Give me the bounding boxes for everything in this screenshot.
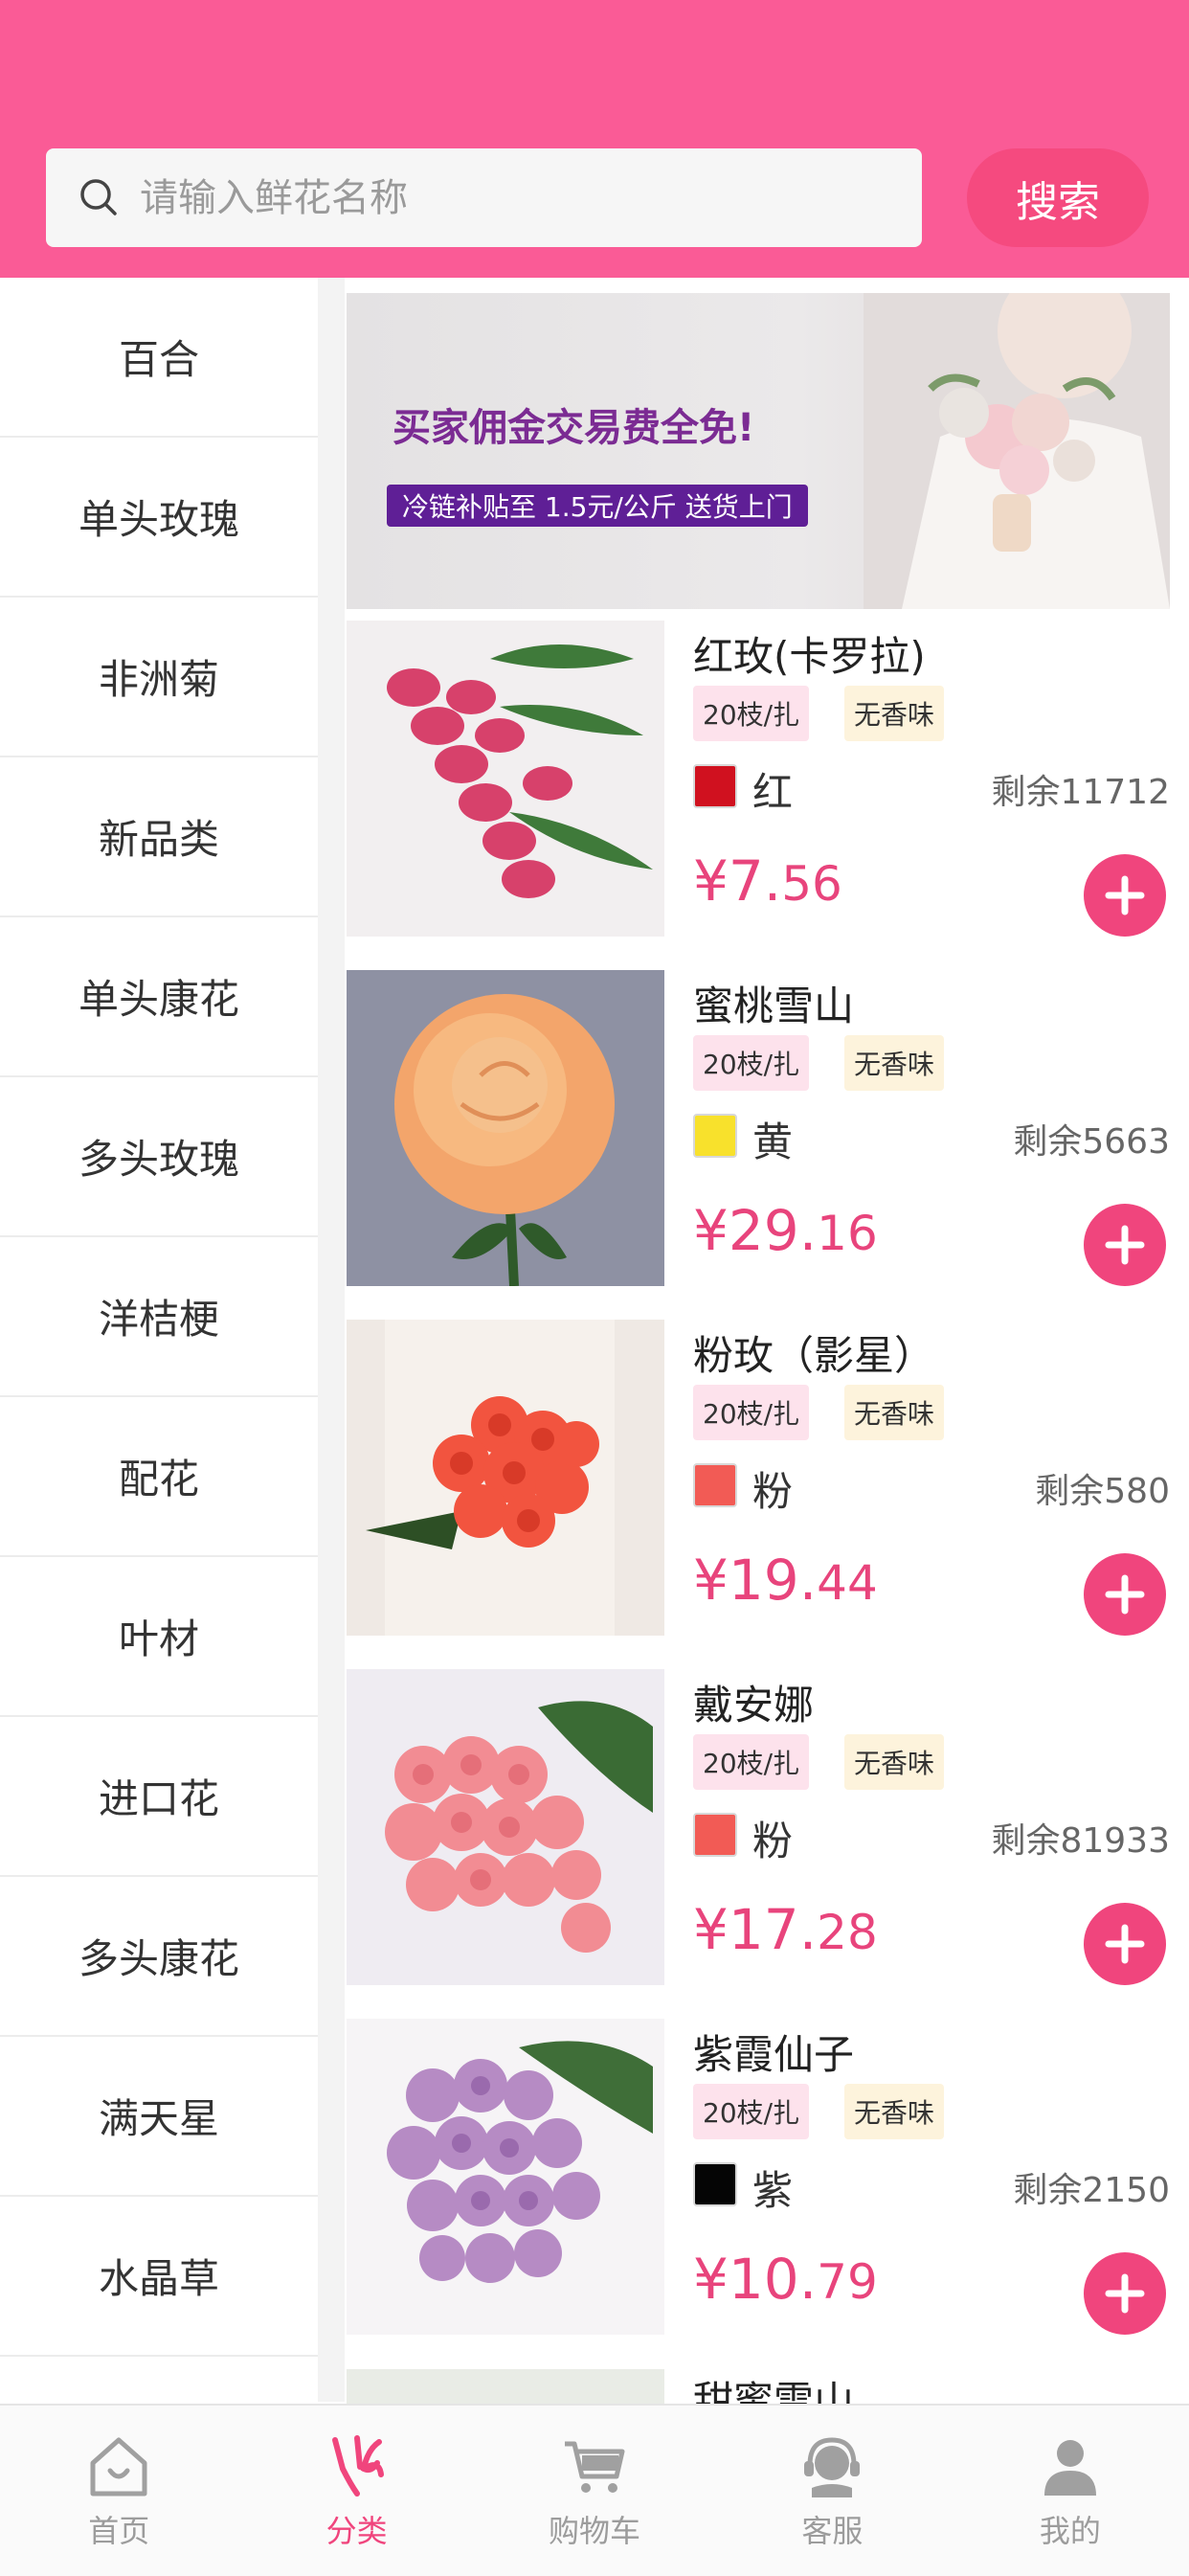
pack-tag: 20枝/扎 — [693, 1734, 810, 1790]
add-to-cart-button[interactable] — [1084, 1553, 1166, 1636]
search-icon — [80, 178, 117, 215]
category-sidebar: 百合 单头玫瑰 非洲菊 新品类 单头康花 多头玫瑰 洋桔梗 配花 叶材 进口花 … — [0, 278, 318, 2402]
search-input[interactable] — [138, 174, 888, 221]
product-image — [347, 2019, 664, 2335]
home-icon — [90, 2437, 147, 2497]
scent-tag: 无香味 — [844, 1385, 945, 1440]
color-name: 粉 — [752, 1468, 794, 1515]
cart-icon — [565, 2441, 625, 2493]
sidebar-item-spray-carnation[interactable]: 多头康花 — [0, 1877, 318, 2037]
product-name: 紫霞仙子 — [693, 2031, 855, 2078]
plus-icon — [1105, 875, 1145, 915]
tab-label: 分类 — [325, 2513, 388, 2549]
search-box[interactable] — [46, 148, 922, 247]
plus-icon — [1105, 1225, 1145, 1265]
price: ¥17.28 — [693, 1897, 878, 1962]
sidebar-item-new[interactable]: 新品类 — [0, 757, 318, 917]
product-card[interactable]: 戴安娜 20枝/扎 无香味 粉 剩余81933 ¥17.28 — [347, 1669, 1170, 1985]
color-swatch — [693, 1813, 737, 1857]
color-name: 黄 — [752, 1119, 794, 1165]
bride-bouquet-image — [864, 293, 1170, 609]
tab-cart[interactable]: 购物车 — [476, 2406, 713, 2576]
product-image — [347, 621, 664, 937]
tab-label: 我的 — [1039, 2513, 1101, 2549]
sidebar-item-filler[interactable]: 配花 — [0, 1397, 318, 1557]
product-name: 蜜桃雪山 — [693, 983, 855, 1029]
tulip-icon — [331, 2435, 384, 2497]
product-name: 戴安娜 — [693, 1682, 815, 1729]
product-card[interactable]: 蜜桃雪山 20枝/扎 无香味 黄 剩余5663 ¥29.16 — [347, 970, 1170, 1286]
product-image — [347, 1320, 664, 1636]
bottom-tab-bar: 首页 分类 购物车 客服 我的 — [0, 2404, 1189, 2576]
tab-label: 客服 — [801, 2513, 864, 2549]
scent-tag: 无香味 — [844, 2084, 945, 2139]
tab-home[interactable]: 首页 — [0, 2406, 237, 2576]
pack-tag: 20枝/扎 — [693, 1035, 810, 1091]
color-name: 红 — [752, 769, 794, 816]
add-to-cart-button[interactable] — [1084, 1903, 1166, 1985]
price: ¥10.79 — [693, 2247, 878, 2312]
scent-tag: 无香味 — [844, 1734, 945, 1790]
product-image — [347, 1669, 664, 1985]
add-to-cart-button[interactable] — [1084, 854, 1166, 937]
pack-tag: 20枝/扎 — [693, 1385, 810, 1440]
price: ¥19.44 — [693, 1548, 878, 1613]
stock-count: 剩余81933 — [991, 1821, 1170, 1861]
stock-count: 剩余5663 — [1013, 1122, 1170, 1162]
tab-mine[interactable]: 我的 — [952, 2406, 1189, 2576]
add-to-cart-button[interactable] — [1084, 1204, 1166, 1286]
color-name: 紫 — [752, 2167, 794, 2214]
sidebar-divider — [318, 278, 345, 2402]
top-header: 搜索 — [0, 0, 1189, 278]
promo-banner[interactable]: 买家佣金交易费全免! 冷链补贴至 1.5元/公斤 送货上门 — [347, 293, 1170, 609]
stock-count: 剩余580 — [1035, 1472, 1170, 1511]
pack-tag: 20枝/扎 — [693, 686, 810, 741]
sidebar-item-lily[interactable]: 百合 — [0, 278, 318, 438]
product-name: 甜蜜雪山 — [693, 2378, 855, 2404]
stock-count: 剩余11712 — [991, 773, 1170, 812]
search-button[interactable]: 搜索 — [967, 148, 1149, 247]
product-name: 粉玫（影星） — [693, 1332, 935, 1379]
banner-subtitle: 冷链补贴至 1.5元/公斤 送货上门 — [387, 485, 808, 527]
sidebar-item-lisianthus[interactable]: 洋桔梗 — [0, 1237, 318, 1397]
sidebar-item-limonium[interactable]: 水晶草 — [0, 2197, 318, 2357]
color-name: 粉 — [752, 1818, 794, 1864]
price: ¥7.56 — [693, 848, 842, 914]
sidebar-item-foliage[interactable]: 叶材 — [0, 1557, 318, 1717]
tab-label: 首页 — [88, 2513, 150, 2549]
color-swatch — [693, 1463, 737, 1507]
stock-count: 剩余2150 — [1013, 2171, 1170, 2210]
color-swatch — [693, 764, 737, 808]
user-icon — [1043, 2440, 1096, 2496]
tab-label: 购物车 — [549, 2513, 641, 2549]
product-name: 红玫(卡罗拉) — [693, 633, 926, 680]
sidebar-item-single-carnation[interactable]: 单头康花 — [0, 917, 318, 1077]
plus-icon — [1105, 1924, 1145, 1964]
banner-title: 买家佣金交易费全免! — [393, 406, 755, 450]
tab-service[interactable]: 客服 — [713, 2406, 951, 2576]
product-image — [347, 2369, 664, 2404]
product-image — [347, 970, 664, 1286]
sidebar-item-spray-rose[interactable]: 多头玫瑰 — [0, 1077, 318, 1237]
color-swatch — [693, 1114, 737, 1158]
product-card-partial[interactable]: 甜蜜雪山 — [347, 2369, 1170, 2404]
sidebar-item-gerbera[interactable]: 非洲菊 — [0, 598, 318, 757]
add-to-cart-button[interactable] — [1084, 2252, 1166, 2335]
product-card[interactable]: 红玫(卡罗拉) 20枝/扎 无香味 红 剩余11712 ¥7.56 — [347, 621, 1170, 937]
headset-icon — [804, 2437, 861, 2497]
pack-tag: 20枝/扎 — [693, 2084, 810, 2139]
scent-tag: 无香味 — [844, 1035, 945, 1091]
color-swatch — [693, 2162, 737, 2206]
plus-icon — [1105, 1574, 1145, 1615]
price: ¥29.16 — [693, 1198, 878, 1263]
sidebar-item-single-rose[interactable]: 单头玫瑰 — [0, 438, 318, 598]
sidebar-item-babys-breath[interactable]: 满天星 — [0, 2037, 318, 2197]
tab-category[interactable]: 分类 — [237, 2406, 475, 2576]
product-card[interactable]: 紫霞仙子 20枝/扎 无香味 紫 剩余2150 ¥10.79 — [347, 2019, 1170, 2335]
sidebar-item-imported[interactable]: 进口花 — [0, 1717, 318, 1877]
product-card[interactable]: 粉玫（影星） 20枝/扎 无香味 粉 剩余580 ¥19.44 — [347, 1320, 1170, 1636]
scent-tag: 无香味 — [844, 686, 945, 741]
plus-icon — [1105, 2273, 1145, 2314]
